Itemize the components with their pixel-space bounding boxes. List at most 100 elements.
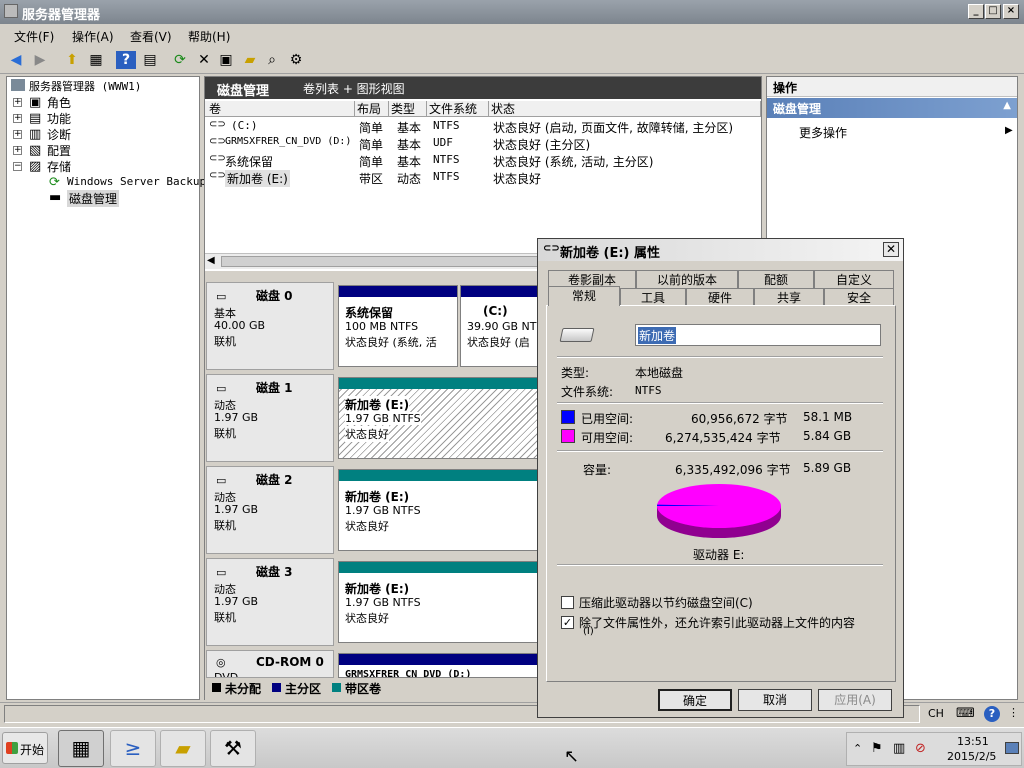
open-icon[interactable]: ▰ [240,51,260,69]
disk-icon: ▭ [216,382,227,395]
compress-checkbox[interactable] [561,596,574,609]
action-center-flag-icon[interactable]: ⚑ [871,741,883,756]
clock-date[interactable]: 2015/2/5 [947,750,996,763]
search-icon[interactable]: ⌕ [262,51,282,69]
tree-item-disk-management[interactable]: 磁盘管理 [67,190,120,207]
powershell-icon[interactable]: ≥ [110,730,156,767]
help-icon[interactable]: ? [116,51,136,69]
tree-root[interactable]: 服务器管理器 (WWW1) [29,78,141,94]
expand-icon[interactable]: + [13,98,22,107]
scroll-left-icon[interactable]: ◀ [207,255,215,266]
maximize-button[interactable]: □ [985,4,1001,19]
options-icon[interactable]: ⋮ [1008,706,1019,719]
show-hidden-icons-icon[interactable]: ⌃ [853,742,862,755]
back-icon[interactable]: ◀ [6,51,26,69]
close-button[interactable]: × [1003,4,1019,19]
server-manager-taskbar-icon[interactable]: ▦ [58,730,104,767]
menu-view[interactable]: 查看(V) [130,28,172,45]
disk-state: 联机 [214,519,236,532]
index-label[interactable]: 除了文件属性外，还允许索引此驱动器上文件的内容 [579,614,855,631]
keyboard-icon[interactable]: ⌨ [956,706,975,721]
minimize-button[interactable]: _ [968,4,984,19]
actions-header: 操作 [767,77,1017,97]
partition-e-disk3[interactable]: 新加卷 (E:) 1.97 GB NTFS 状态良好 [338,561,540,643]
more-actions[interactable]: 更多操作 [799,124,847,141]
table-row[interactable]: ⊂⊃ (C:) 简单 基本 NTFS 状态良好 (启动, 页面文件, 故障转储,… [205,118,761,135]
cdrom-0-info[interactable]: ◎ CD-ROM 0 DVD [206,650,334,678]
refresh-icon[interactable]: ⟳ [170,51,190,69]
tools-icon[interactable]: ⚒ [210,730,256,767]
tab-general[interactable]: 常规 [548,286,620,306]
tab-quota[interactable]: 配额 [738,270,814,288]
disk-0-info[interactable]: ▭ 磁盘 0 基本 40.00 GB 联机 [206,282,334,370]
menu-help[interactable]: 帮助(H) [188,28,230,45]
tree-item-features[interactable]: 功能 [47,110,71,127]
expand-icon[interactable]: + [13,146,22,155]
partition-c[interactable]: (C:) 39.90 GB NTFS 状态良好 (启 [460,285,540,367]
ok-button[interactable]: 确定 [658,689,732,711]
table-row[interactable]: ⊂⊃ 系统保留 简单 基本 NTFS 状态良好 (系统, 活动, 主分区) [205,152,761,169]
tab-previous-versions[interactable]: 以前的版本 [636,270,738,288]
up-folder-icon[interactable]: ⬆ [62,51,82,69]
tree-root-icon [11,79,25,91]
disk-2-info[interactable]: ▭ 磁盘 2 动态 1.97 GB 联机 [206,466,334,554]
col-layout[interactable]: 布局 [355,101,389,117]
volume-label-input[interactable]: 新加卷 [635,324,881,346]
console-icon[interactable]: ▤ [140,51,160,69]
tree-item-roles[interactable]: 角色 [47,94,71,111]
network-icon[interactable]: ▥ [893,741,905,756]
partition-e-disk2[interactable]: 新加卷 (E:) 1.97 GB NTFS 状态良好 [338,469,540,551]
start-button[interactable]: 开始 [2,732,48,764]
cancel-button[interactable]: 取消 [738,689,812,711]
clock-time[interactable]: 13:51 [957,735,989,748]
drive-large-icon [559,328,595,342]
compress-label[interactable]: 压缩此驱动器以节约磁盘空间(C) [579,594,753,611]
disk-3-info[interactable]: ▭ 磁盘 3 动态 1.97 GB 联机 [206,558,334,646]
index-checkbox[interactable]: ✓ [561,616,574,629]
col-fs[interactable]: 文件系统 [427,101,489,117]
collapse-up-icon[interactable]: ▲ [1003,100,1011,111]
tab-security[interactable]: 安全 [824,288,894,306]
ime-indicator[interactable]: CH [928,707,944,720]
actions-section[interactable]: 磁盘管理 ▲ [767,98,1017,118]
col-volume[interactable]: 卷 [207,101,355,117]
table-row[interactable]: ⊂⊃ 新加卷 (E:) 带区 动态 NTFS 状态良好 [205,169,761,187]
menu-file[interactable]: 文件(F) [14,28,54,45]
menu-action[interactable]: 操作(A) [72,28,114,45]
tab-sharing[interactable]: 共享 [754,288,824,306]
partition-e-disk1[interactable]: 新加卷 (E:) 1.97 GB NTFS 状态良好 [338,377,540,459]
explorer-icon[interactable]: ▰ [160,730,206,767]
volume-mute-icon[interactable]: ⊘ [915,741,926,756]
help-icon[interactable]: ? [984,706,1000,722]
tab-content: 新加卷 类型: 本地磁盘 文件系统: NTFS 已用空间: 60,956,672… [546,305,896,682]
tree-item-storage[interactable]: 存储 [47,158,71,175]
partition-system-reserved[interactable]: 系统保留 100 MB NTFS 状态良好 (系统, 活 [338,285,458,367]
tree-item-config[interactable]: 配置 [47,142,71,159]
disk-1-info[interactable]: ▭ 磁盘 1 动态 1.97 GB 联机 [206,374,334,462]
delete-icon[interactable]: ✕ [194,51,214,69]
cell-status: 状态良好 [493,172,542,186]
tree-item-backup[interactable]: Windows Server Backup [67,175,206,188]
col-type[interactable]: 类型 [389,101,427,117]
partition-d[interactable]: GRMSXFRER_CN_DVD (D:) [338,653,540,678]
tab-tools[interactable]: 工具 [620,288,686,306]
table-row[interactable]: ⊂⊃ GRMSXFRER_CN_DVD (D:) 简单 基本 UDF 状态良好 … [205,135,761,152]
apply-button[interactable]: 应用(A) [818,689,892,711]
forward-icon[interactable]: ▶ [30,51,50,69]
drive-icon: ⊂⊃ [209,136,226,147]
show-desktop-icon[interactable] [1005,742,1019,754]
tab-customize[interactable]: 自定义 [814,270,894,288]
collapse-icon[interactable]: − [13,162,22,171]
col-status[interactable]: 状态 [489,101,761,117]
show-tree-icon[interactable]: ▦ [86,51,106,69]
tree-item-diagnostics[interactable]: 诊断 [47,126,71,143]
disk-name: 磁盘 2 [256,473,293,487]
settings-icon[interactable]: ⚙ [286,51,306,69]
properties-icon[interactable]: ▣ [216,51,236,69]
partition-stripe [339,654,539,665]
expand-icon[interactable]: + [13,130,22,139]
dialog-close-button[interactable]: ✕ [883,242,899,257]
tab-hardware[interactable]: 硬件 [686,288,754,306]
expand-icon[interactable]: + [13,114,22,123]
scroll-thumb[interactable] [221,256,541,267]
